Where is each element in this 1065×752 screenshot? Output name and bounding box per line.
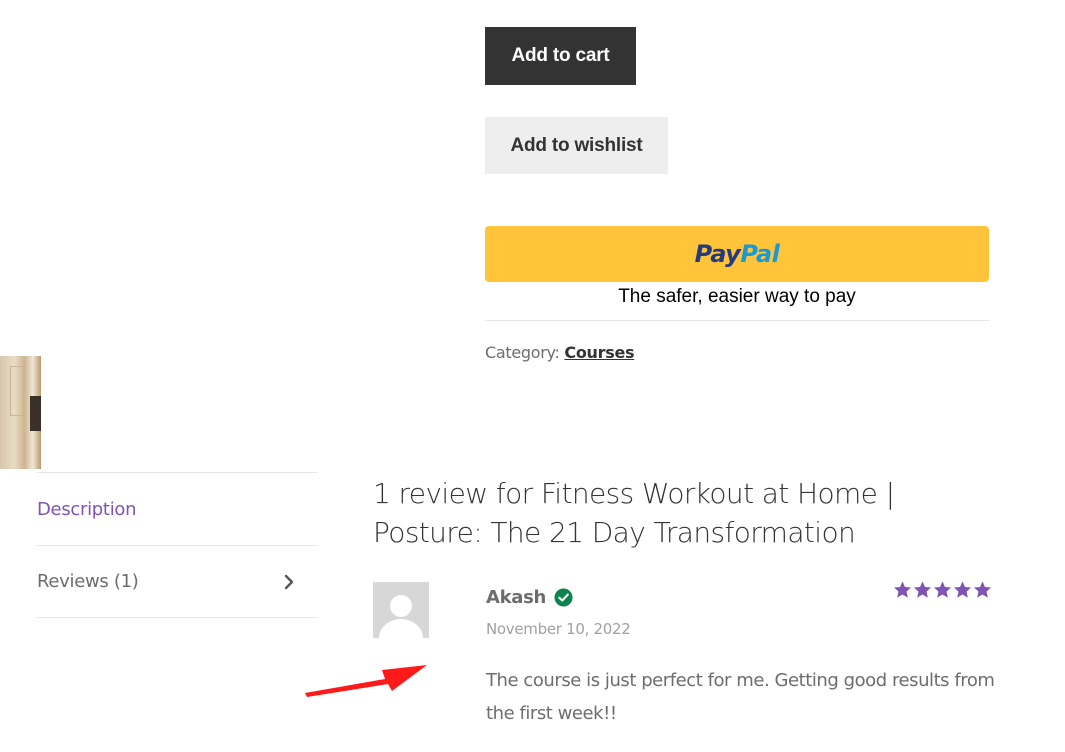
tab-description[interactable]: Description: [37, 472, 317, 545]
divider: [485, 320, 989, 321]
star-icon: [893, 581, 912, 598]
paypal-logo: PayPal: [694, 240, 780, 268]
tab-label: Description: [37, 498, 137, 520]
review-text: The course is just perfect for me. Getti…: [486, 670, 995, 724]
add-to-cart-button[interactable]: Add to cart: [485, 27, 636, 85]
review-date: November 10, 2022: [486, 620, 631, 638]
tab-reviews[interactable]: Reviews (1): [37, 545, 317, 618]
star-icon: [973, 581, 992, 598]
paypal-button[interactable]: PayPal: [485, 226, 989, 282]
star-rating: [893, 580, 992, 600]
review-author-name: Akash: [486, 587, 547, 608]
product-gallery-image[interactable]: [0, 356, 41, 469]
star-icon: [953, 581, 972, 598]
product-tabs: Description Reviews (1): [37, 472, 317, 618]
chevron-right-icon: [284, 574, 294, 589]
tab-label: Reviews (1): [37, 571, 139, 592]
avatar: [373, 582, 429, 638]
add-to-wishlist-button[interactable]: Add to wishlist: [485, 117, 668, 174]
paypal-tagline: The safer, easier way to pay: [618, 286, 856, 307]
review-author: Akash: [486, 587, 573, 608]
reviews-heading: 1 review for Fitness Workout at Home | P…: [373, 477, 895, 549]
star-icon: [913, 581, 932, 598]
product-category: Category: Courses: [485, 343, 635, 362]
star-icon: [933, 581, 952, 598]
category-link[interactable]: Courses: [564, 343, 634, 362]
red-arrow-icon: [305, 665, 427, 697]
category-label: Category:: [485, 343, 560, 362]
verified-check-icon: [554, 588, 573, 607]
